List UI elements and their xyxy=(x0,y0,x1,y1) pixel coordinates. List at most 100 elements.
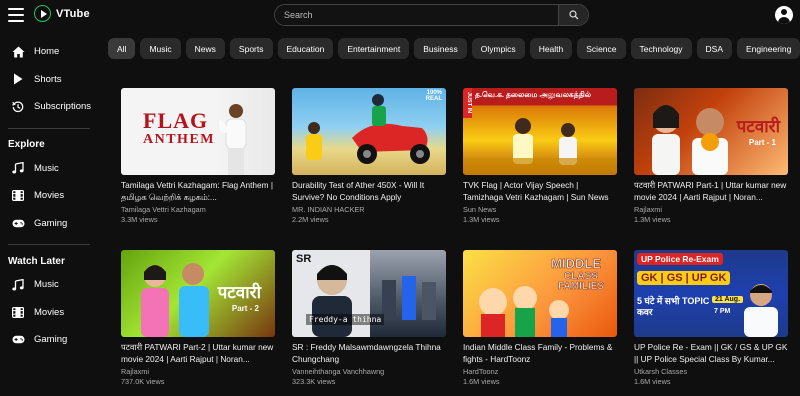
video-thumbnail[interactable]: MIDDLE CLASS FAMILIES xyxy=(463,250,617,337)
explore-heading: Explore xyxy=(8,139,45,150)
sidebar: Home Shorts Subscriptions Explore Music … xyxy=(0,38,98,354)
hamburger-menu-icon[interactable] xyxy=(8,8,24,22)
video-title[interactable]: UP Police Re - Exam || GK / GS & UP GK |… xyxy=(634,342,788,365)
thumbnail-text: CLASS FAMILIES xyxy=(557,271,605,292)
sidebar-item-label: Gaming xyxy=(34,334,68,346)
sidebar-item-watch-later-movies[interactable]: Movies xyxy=(0,299,98,327)
chip-entertainment[interactable]: Entertainment xyxy=(338,38,410,59)
video-thumbnail[interactable]: पटवारी Part - 2 xyxy=(121,250,275,337)
sidebar-item-home[interactable]: Home xyxy=(0,38,98,66)
chip-engineering[interactable]: Engineering xyxy=(737,38,800,59)
sidebar-item-subscriptions[interactable]: Subscriptions xyxy=(0,93,98,121)
video-title[interactable]: Tamilaga Vettri Kazhagam: Flag Anthem | … xyxy=(121,180,275,203)
thumbnail-text: 7 PM xyxy=(714,308,731,315)
chip-all[interactable]: All xyxy=(108,38,136,59)
sidebar-item-label: Gaming xyxy=(34,217,68,229)
video-title[interactable]: Durability Test of Ather 450X - Will It … xyxy=(292,180,446,203)
video-card[interactable]: FLAG ANTHEM Tamilaga Vettri Kazhagam: Fl… xyxy=(121,88,275,225)
video-card[interactable]: SR Freddy-a thihna SR : Freddy Malsawmda… xyxy=(292,250,446,387)
category-chips: All Music News Sports Education Entertai… xyxy=(108,38,800,59)
search-bar xyxy=(274,4,589,26)
channel-name[interactable]: HardToonz xyxy=(463,367,617,377)
video-card[interactable]: UP Police Re-Exam GK | GS | UP GK 5 घंटे… xyxy=(634,250,788,387)
video-title[interactable]: पटवारी PATWARI Part-2 | Uttar kumar new … xyxy=(121,342,275,365)
chip-education[interactable]: Education xyxy=(277,38,334,59)
movies-icon xyxy=(11,305,25,319)
video-title[interactable]: TVK Flag | Actor Vijay Speech | Tamizhag… xyxy=(463,180,617,203)
music-icon xyxy=(11,161,25,175)
video-card[interactable]: த.வெ.க. தலைமை அலுவலகத்தில் JUST IN TVK F… xyxy=(463,88,617,225)
play-icon xyxy=(11,72,25,86)
thumbnail-text: पटवारी xyxy=(736,117,780,136)
video-title[interactable]: पटवारी PATWARI Part-1 | Uttar kumar new … xyxy=(634,180,788,203)
video-thumbnail[interactable]: த.வெ.க. தலைமை அலுவலகத்தில் JUST IN xyxy=(463,88,617,175)
chip-technology[interactable]: Technology xyxy=(630,38,692,59)
thumbnail-text: Part - 1 xyxy=(748,138,776,147)
video-thumbnail[interactable]: UP Police Re-Exam GK | GS | UP GK 5 घंटे… xyxy=(634,250,788,337)
chip-sports[interactable]: Sports xyxy=(229,38,273,59)
search-input[interactable] xyxy=(275,5,558,25)
chip-news[interactable]: News xyxy=(185,38,225,59)
video-card[interactable]: 100% REAL Durability Test of Ather 450X … xyxy=(292,88,446,225)
thumbnail-text: Freddy-a thihna xyxy=(306,314,385,325)
person-illustration xyxy=(219,104,247,175)
top-bar: VTube xyxy=(0,0,800,32)
video-title[interactable]: Indian Middle Class Family - Problems & … xyxy=(463,342,617,365)
sidebar-item-label: Home xyxy=(34,46,60,58)
view-count: 737.0K views xyxy=(121,377,165,386)
home-icon xyxy=(11,45,25,59)
watch-later-heading: Watch Later xyxy=(8,255,65,267)
sidebar-item-explore-music[interactable]: Music xyxy=(0,155,98,183)
view-count: 1.3M views xyxy=(463,215,500,224)
search-button[interactable] xyxy=(558,5,588,25)
video-card[interactable]: MIDDLE CLASS FAMILIES Indian Middle Clas… xyxy=(463,250,617,387)
channel-name[interactable]: Tamilaga Vettri Kazhagam xyxy=(121,205,275,215)
thumbnail-text: FLAG xyxy=(143,108,209,133)
thumbnail-badge: 100% REAL xyxy=(425,90,442,102)
channel-name[interactable]: Rajlaxmi xyxy=(121,367,275,377)
sidebar-item-label: Movies xyxy=(34,306,65,318)
thumbnail-text: Part - 2 xyxy=(231,304,259,313)
user-avatar-icon[interactable] xyxy=(775,6,793,24)
teacher-illustration xyxy=(744,284,778,337)
sidebar-item-watch-later-gaming[interactable]: Gaming xyxy=(0,326,98,354)
sidebar-divider xyxy=(8,244,90,245)
video-thumbnail[interactable]: 100% REAL xyxy=(292,88,446,175)
thumbnail-text: SR xyxy=(296,253,312,265)
gaming-icon xyxy=(11,216,25,230)
sidebar-item-explore-movies[interactable]: Movies xyxy=(0,182,98,210)
channel-name[interactable]: Rajlaxmi xyxy=(634,205,788,215)
chip-science[interactable]: Science xyxy=(577,38,626,59)
chip-dsa[interactable]: DSA xyxy=(696,38,733,59)
logo-icon xyxy=(34,5,51,22)
chip-business[interactable]: Business xyxy=(414,38,467,59)
sidebar-item-explore-gaming[interactable]: Gaming xyxy=(0,210,98,238)
video-thumbnail[interactable]: FLAG ANTHEM xyxy=(121,88,275,175)
video-thumbnail[interactable]: SR Freddy-a thihna xyxy=(292,250,446,337)
video-card[interactable]: पटवारी Part - 1 पटवारी PATWARI Part-1 | … xyxy=(634,88,788,225)
chip-music[interactable]: Music xyxy=(140,38,181,59)
channel-name[interactable]: Vanneihthanga Vanchhawng xyxy=(292,367,446,377)
video-title[interactable]: SR : Freddy Malsawmdawngzela Thihna Chun… xyxy=(292,342,446,365)
channel-name[interactable]: Utkarsh Classes xyxy=(634,367,788,377)
sidebar-item-shorts[interactable]: Shorts xyxy=(0,66,98,94)
music-icon xyxy=(11,278,25,292)
view-count: 323.3K views xyxy=(292,377,336,386)
chip-olympics[interactable]: Olympics xyxy=(471,38,525,59)
thumbnail-text: MIDDLE xyxy=(551,256,601,272)
view-count: 1.3M views xyxy=(634,215,671,224)
view-count: 2.2M views xyxy=(292,215,329,224)
sidebar-item-label: Music xyxy=(34,279,59,291)
sidebar-item-watch-later-music[interactable]: Music xyxy=(0,271,98,299)
thumbnail-text: पटवारी xyxy=(217,283,261,302)
logo[interactable]: VTube xyxy=(34,5,90,22)
crowd-illustration xyxy=(463,118,617,175)
chip-health[interactable]: Health xyxy=(529,38,573,59)
gaming-icon xyxy=(11,333,25,347)
channel-name[interactable]: MR. INDIAN HACKER xyxy=(292,205,446,215)
video-card[interactable]: पटवारी Part - 2 पटवारी PATWARI Part-2 | … xyxy=(121,250,275,387)
channel-name[interactable]: Sun News xyxy=(463,205,617,215)
sidebar-divider xyxy=(8,127,90,129)
thumbnail-text: GK | GS | UP GK xyxy=(637,271,731,285)
video-thumbnail[interactable]: पटवारी Part - 1 xyxy=(634,88,788,175)
